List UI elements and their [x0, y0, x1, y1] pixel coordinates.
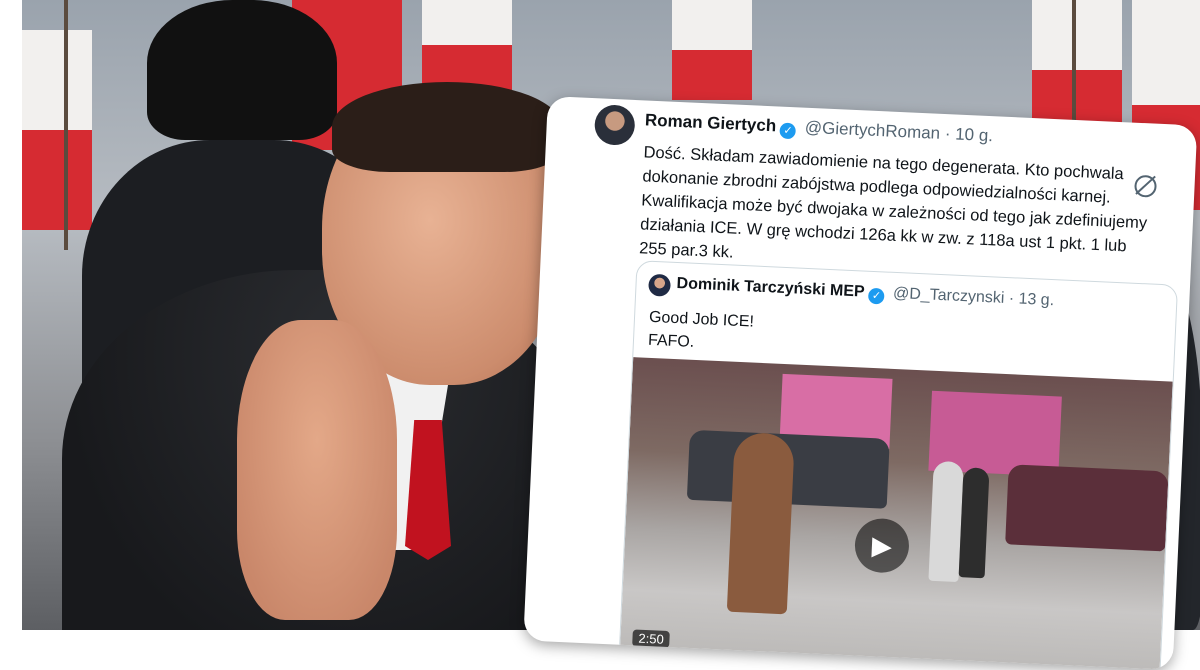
quoted-tweet-timestamp[interactable]: 13 g. — [1018, 291, 1054, 310]
author-avatar[interactable] — [593, 104, 636, 146]
polish-flag — [672, 0, 752, 100]
tweet-text: Dość. Składam zawiadomienie na tego dege… — [638, 143, 1148, 262]
quoted-author-avatar[interactable] — [648, 273, 672, 297]
car — [1005, 464, 1169, 552]
polish-flag — [422, 0, 512, 90]
quoted-tweet-header: Dominik Tarczyński MEP ✓ @D_Tarczynski · … — [676, 275, 1054, 312]
video-player[interactable]: ▶ 2:50 — [619, 357, 1173, 670]
quoted-tweet-line: FAFO. — [647, 331, 695, 351]
quoted-tweet[interactable]: Dominik Tarczyński MEP ✓ @D_Tarczynski · … — [618, 260, 1179, 670]
tweet-card[interactable]: Roman Giertych ✓ @GiertychRoman · 10 g. D… — [523, 96, 1198, 670]
verified-badge-icon: ✓ — [779, 122, 797, 140]
quoted-author-name[interactable]: Dominik Tarczyński MEP — [676, 275, 865, 301]
video-duration: 2:50 — [632, 629, 671, 649]
ok-hand-gesture — [237, 320, 397, 620]
separator: · — [944, 124, 951, 144]
quoted-author-handle[interactable]: @D_Tarczynski — [893, 285, 1005, 307]
tweet-timestamp[interactable]: 10 g. — [955, 125, 994, 146]
polish-flag — [22, 30, 92, 230]
pedestrian — [726, 431, 795, 615]
play-icon[interactable]: ▶ — [853, 517, 911, 574]
quoted-tweet-text: Good Job ICE! FAFO. — [647, 306, 755, 357]
author-handle[interactable]: @GiertychRoman — [804, 118, 940, 143]
separator: · — [1008, 290, 1015, 308]
man-hair — [332, 82, 562, 172]
bystander-beanie — [147, 0, 337, 140]
flag-pole — [64, 0, 68, 250]
pedestrian — [958, 467, 990, 579]
author-name[interactable]: Roman Giertych — [645, 110, 777, 135]
verified-badge-icon: ✓ — [868, 287, 885, 305]
